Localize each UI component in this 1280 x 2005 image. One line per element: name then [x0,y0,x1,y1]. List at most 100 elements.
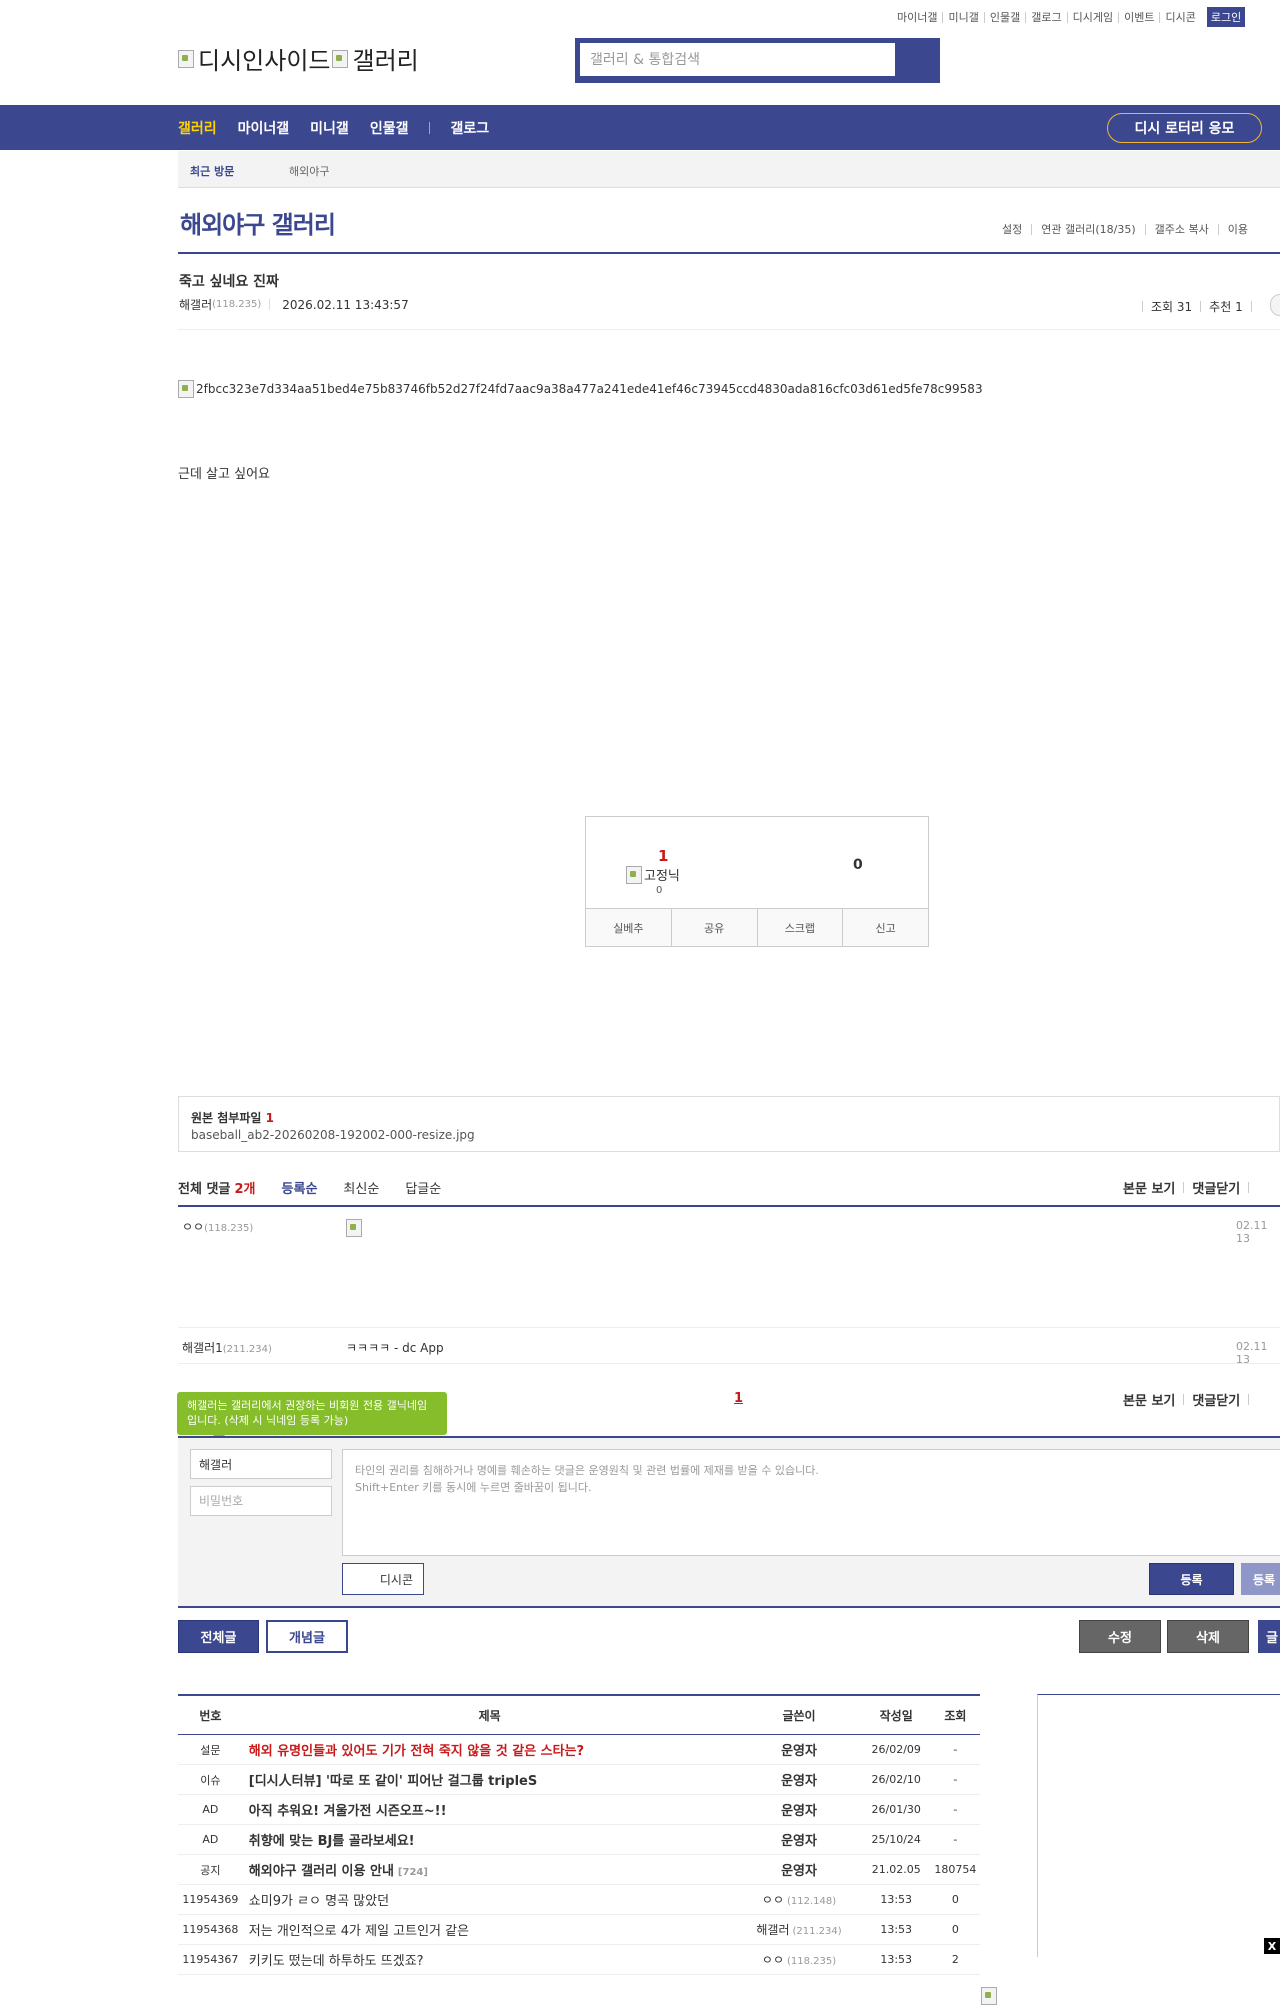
scrap-button[interactable]: 스크랩 [756,909,843,946]
nav-minor[interactable]: 마이너갤 [238,118,290,138]
writer-name[interactable]: 운영자 [781,1834,817,1849]
post-title-cell[interactable]: 쇼미9가 ㄹㅇ 명곡 많았던 [242,1884,737,1915]
fixed-nick-upvote[interactable]: 고정닉 [626,865,680,884]
post-title-cell[interactable]: 저는 개인적으로 4가 제일 고트인거 같은 [242,1914,737,1945]
gallery-title[interactable]: 해외야구 갤러리 [180,205,336,240]
nav-gallery[interactable]: 갤러리 [178,118,217,138]
util-link-person[interactable]: 인물갤 [983,11,1025,23]
post-row[interactable]: 11954367 키키도 떴는데 하투하도 뜨겠죠? ㅇㅇ (118.235) 13:5… [178,1944,980,1975]
post-image-alt: 2fbcc323e7d334aa51bed4e75b83746fb52d27f2… [196,382,983,396]
writer-name[interactable]: 운영자 [781,1804,817,1819]
util-link-minor[interactable]: 마이너갤 [892,12,942,23]
post-date-cell: 13:53 [861,1944,931,1975]
post-more-button[interactable] [1270,294,1280,316]
best-recommend-button[interactable]: 실베추 [586,909,671,946]
post-views-cell: - [930,1794,980,1825]
post-title-cell[interactable]: 아직 추워요! 겨울가전 시즌오프~!! [242,1794,737,1825]
close-comments-link[interactable]: 댓글닫기 [1192,1178,1240,1197]
submit-comment-button[interactable]: 등록 [1149,1563,1234,1595]
post-title-cell[interactable]: 키키도 떴는데 하투하도 뜨겠죠? [242,1944,737,1975]
related-gallery-link[interactable]: 연관 갤러리(18/35) [1031,224,1144,235]
upvote-count[interactable]: 1 [658,847,668,865]
util-link-mini[interactable]: 미니갤 [942,11,983,23]
post-title: 죽고 싶네요 진짜 [179,274,279,290]
post-title-link[interactable]: 해외 유명인들과 있어도 기가 전혀 죽지 않을 것 같은 스타는? [249,1744,584,1759]
nav-mini[interactable]: 미니갤 [310,118,349,138]
nav-person[interactable]: 인물갤 [370,118,409,138]
submit-recommend-button[interactable]: 등록 [1241,1563,1280,1595]
post-views-cell: 180754 [930,1854,980,1885]
post-title-link[interactable]: [디시人터뷰] '따로 또 같이' 피어난 걸그룹 tripleS [249,1774,537,1789]
post-title-link[interactable]: 아직 추워요! 겨울가전 시즌오프~!! [249,1804,447,1819]
comment-dccon-image [346,1219,364,1237]
writer-name[interactable]: ㅇㅇ [762,1953,784,1967]
post-row[interactable]: 설문 해외 유명인들과 있어도 기가 전혀 죽지 않을 것 같은 스타는? 운영자 2… [178,1734,980,1765]
post-title-cell[interactable]: [디시人터뷰] '따로 또 같이' 피어난 걸그룹 tripleS [242,1764,737,1795]
post-title-link[interactable]: 취향에 맞는 BJ를 골라보세요! [249,1834,415,1849]
post-views-cell: 0 [930,1914,980,1945]
view-post-link[interactable]: 본문 보기 [1123,1390,1175,1409]
site-logo[interactable]: 디시인사이드 갤러리 [178,41,419,76]
nickname-field[interactable] [190,1449,332,1479]
post-row[interactable]: AD 취향에 맞는 BJ를 골라보세요! 운영자 25/10/24- [178,1824,980,1855]
writer-name[interactable]: 운영자 [781,1744,817,1759]
util-link-dccon[interactable]: 디시콘 [1159,11,1200,23]
copy-address-link[interactable]: 갤주소 복사 [1144,224,1218,235]
recent-visit-item[interactable]: 해외야구 [289,163,329,179]
comment-author[interactable]: ㅇㅇ(118.235) [182,1218,253,1235]
all-posts-button[interactable]: 전체글 [178,1620,259,1653]
delete-button[interactable]: 삭제 [1167,1620,1249,1653]
nav-gallog[interactable]: 갤로그 [450,118,489,138]
comment-author[interactable]: 해갤러1(211.234) [182,1339,272,1356]
comment-textarea[interactable] [342,1449,1280,1556]
comment-text: ㅋㅋㅋㅋ - dc App [346,1341,444,1355]
post-title-link[interactable]: 쇼미9가 ㄹㅇ 명곡 많았던 [249,1894,389,1909]
comment-date: 02.11 13 [1236,1219,1268,1245]
comment-page-1[interactable]: 1 [734,1391,743,1406]
post-body-text: 근데 살고 싶어요 [178,467,270,482]
password-field[interactable] [190,1486,332,1516]
util-link-event[interactable]: 이벤트 [1118,11,1159,23]
post-image[interactable]: 2fbcc323e7d334aa51bed4e75b83746fb52d27f2… [178,380,983,398]
sort-replies[interactable]: 답글순 [405,1178,441,1197]
downvote-count[interactable]: 0 [853,857,863,873]
writer-name[interactable]: ㅇㅇ [762,1893,784,1907]
post-title-cell[interactable]: 취향에 맞는 BJ를 골라보세요! [242,1824,737,1855]
post-title-link[interactable]: 키키도 떴는데 하투하도 뜨겠죠? [249,1954,424,1969]
util-link-game[interactable]: 디시게임 [1066,11,1118,23]
divider [1248,1182,1250,1193]
post-author[interactable]: 해갤러 [179,296,212,313]
post-row[interactable]: AD 아직 추워요! 겨울가전 시즌오프~!! 운영자 26/01/30- [178,1794,980,1825]
dccon-button[interactable]: 디시콘 [342,1563,424,1595]
search-button[interactable] [898,38,940,83]
writer-name[interactable]: 운영자 [781,1774,817,1789]
search-input[interactable] [580,43,895,76]
best-posts-button[interactable]: 개념글 [266,1620,348,1653]
login-button[interactable]: 로그인 [1206,7,1246,27]
reply-count: [724] [397,1867,428,1878]
usage-link[interactable]: 이용 [1217,224,1257,235]
util-link-gallog[interactable]: 갤로그 [1025,11,1066,23]
lottery-button[interactable]: 디시 로터리 응모 [1107,113,1262,143]
post-row[interactable]: 이슈 [디시人터뷰] '따로 또 같이' 피어난 걸그룹 tripleS 운영자 26… [178,1764,980,1795]
writer-name[interactable]: 해갤러 [756,1923,789,1937]
post-title-link[interactable]: 저는 개인적으로 4가 제일 고트인거 같은 [249,1924,469,1939]
post-row[interactable]: 11954369 쇼미9가 ㄹㅇ 명곡 많았던 ㅇㅇ (112.148) 13:53 0 [178,1884,980,1915]
post-row[interactable]: 11954368 저는 개인적으로 4가 제일 고트인거 같은 해갤러 (211.23… [178,1914,980,1945]
writer-name[interactable]: 운영자 [781,1864,817,1879]
sort-registered[interactable]: 등록순 [282,1178,318,1197]
attachment-file-link[interactable]: baseball_ab2-20260208-192002-000-resize.… [191,1128,475,1142]
gallery-settings-link[interactable]: 설정 [993,224,1031,235]
sort-latest[interactable]: 최신순 [343,1178,379,1197]
post-title-cell[interactable]: 해외야구 갤러리 이용 안내 [724] [242,1854,737,1885]
edit-button[interactable]: 수정 [1079,1620,1161,1653]
share-button[interactable]: 공유 [670,909,757,946]
post-row[interactable]: 공지 해외야구 갤러리 이용 안내 [724] 운영자 21.02.05 180754 [178,1854,980,1885]
close-icon[interactable]: X [1264,1938,1280,1954]
post-title-link[interactable]: 해외야구 갤러리 이용 안내 [249,1864,394,1879]
post-title-cell[interactable]: 해외 유명인들과 있어도 기가 전혀 죽지 않을 것 같은 스타는? [242,1734,737,1765]
write-button[interactable]: 글 [1258,1620,1280,1653]
close-comments-link[interactable]: 댓글닫기 [1192,1390,1240,1409]
view-post-link[interactable]: 본문 보기 [1123,1178,1175,1197]
report-button[interactable]: 신고 [842,909,928,946]
